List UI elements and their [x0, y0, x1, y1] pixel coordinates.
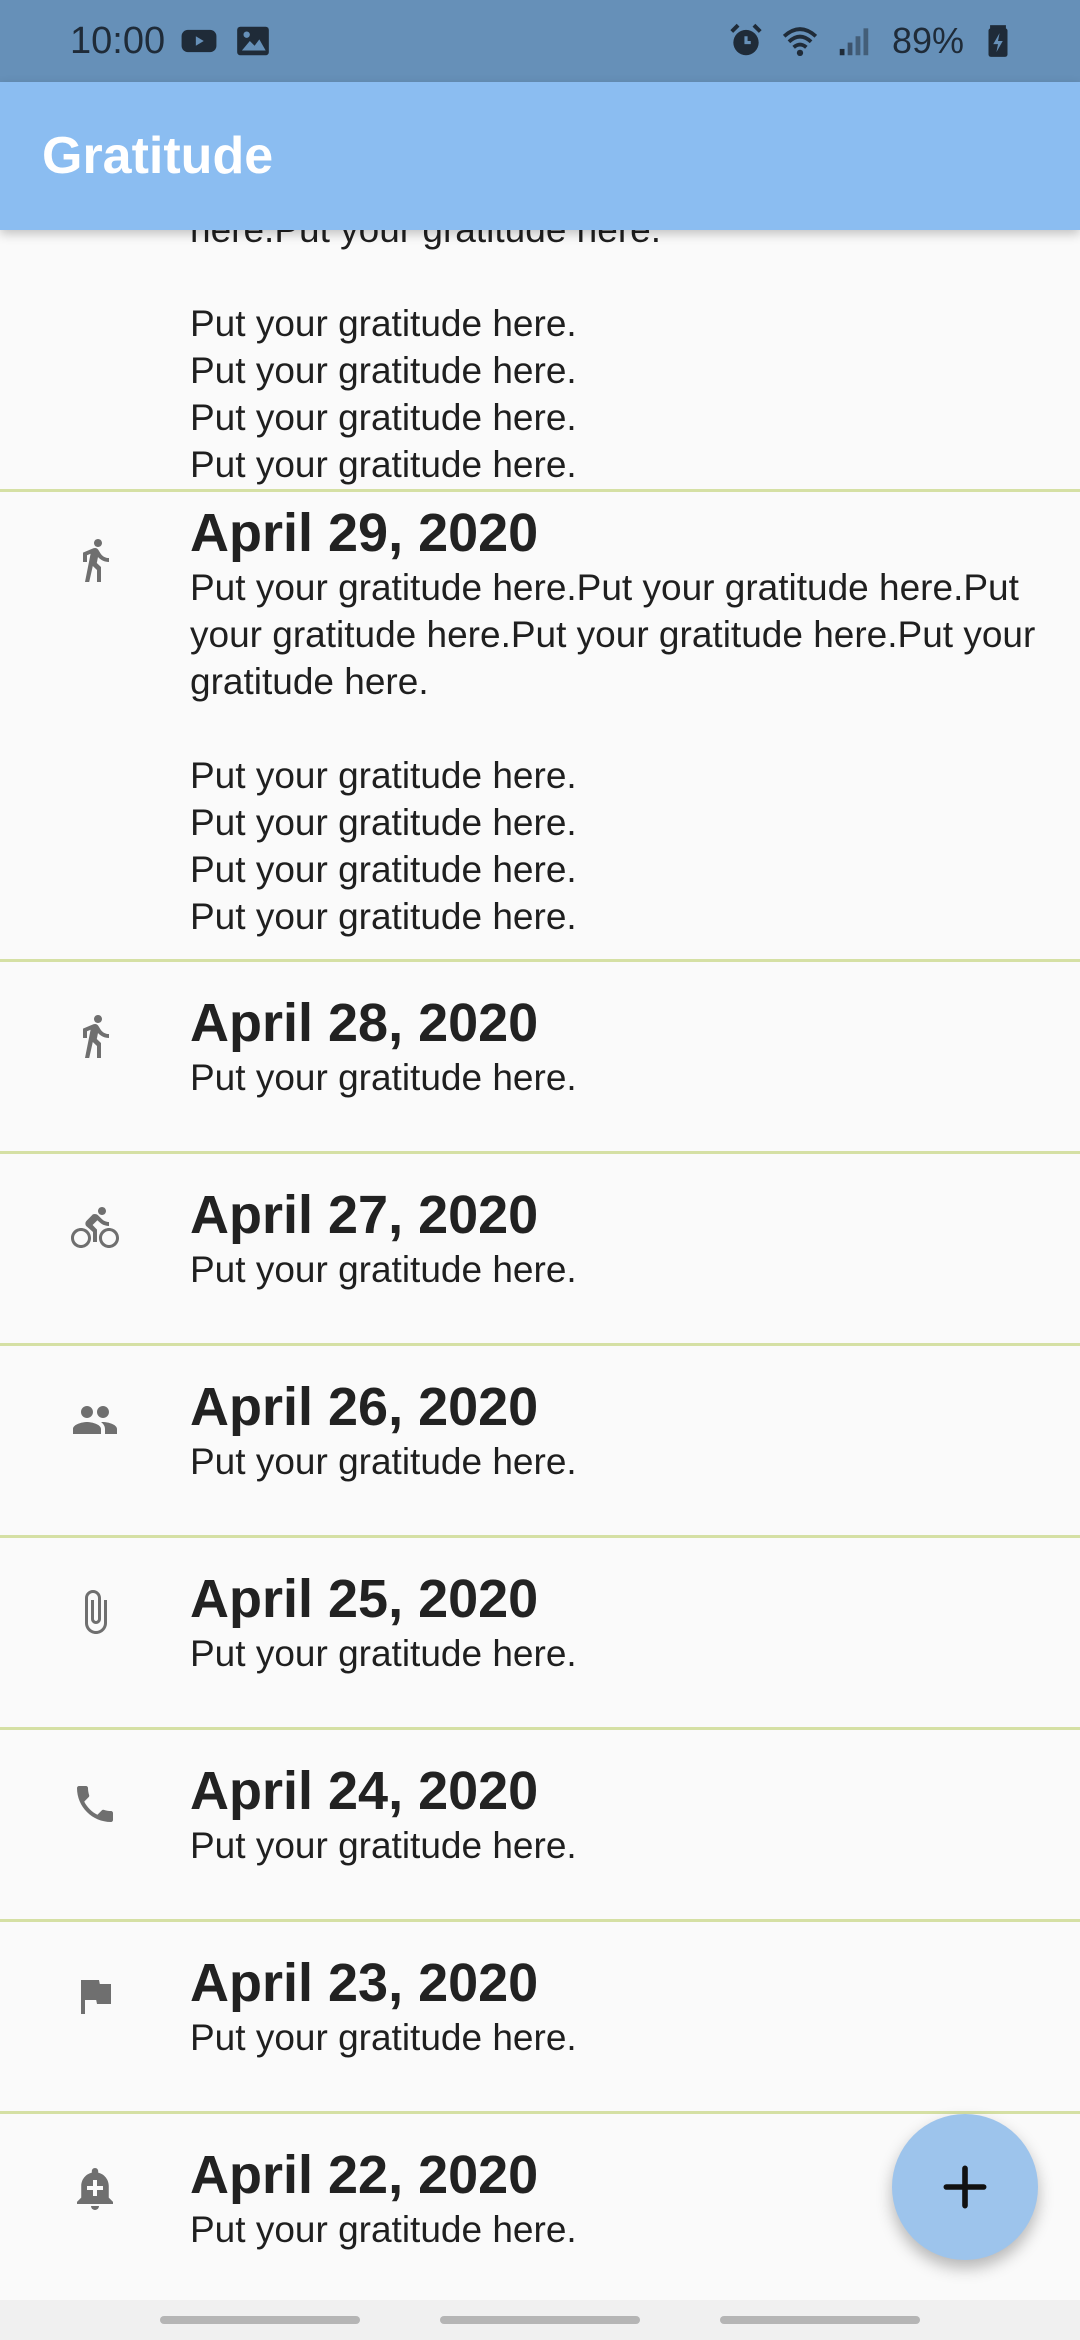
entry-icon-slot	[0, 1568, 190, 1727]
entry-body: April 24, 2020 Put your gratitude here.	[190, 1760, 1080, 1919]
entry-body: April 25, 2020 Put your gratitude here.	[190, 1568, 1080, 1727]
nav-recents-handle[interactable]	[720, 2316, 920, 2324]
list-item[interactable]: April 27, 2020 Put your gratitude here.	[0, 1154, 1080, 1346]
entry-date: April 27, 2020	[190, 1185, 539, 1245]
entry-icon-slot	[0, 230, 190, 489]
entry-date: April 29, 2020	[190, 503, 539, 563]
entry-text: Put your gratitude here.	[190, 1825, 577, 1866]
plus-icon	[943, 2165, 987, 2209]
entry-text: here.Put your gratitude here. Put your g…	[190, 230, 661, 485]
add-entry-button[interactable]	[892, 2114, 1038, 2260]
list-item[interactable]: April 28, 2020 Put your gratitude here.	[0, 962, 1080, 1154]
entry-body: April 26, 2020 Put your gratitude here.	[190, 1376, 1080, 1535]
entry-date: April 23, 2020	[190, 1953, 539, 2013]
list-item[interactable]: April 23, 2020 Put your gratitude here.	[0, 1922, 1080, 2114]
app-title: Gratitude	[42, 127, 274, 185]
bell-plus-icon	[77, 2168, 113, 2210]
entry-date: April 26, 2020	[190, 1377, 539, 1437]
battery-percent: 89%	[891, 20, 964, 61]
flag-icon	[81, 1980, 111, 2014]
walk-icon	[83, 1015, 109, 1058]
status-right: 89%	[726, 20, 1018, 62]
entry-body: April 23, 2020 Put your gratitude here.	[190, 1952, 1080, 2111]
list-item[interactable]: April 25, 2020 Put your gratitude here.	[0, 1538, 1080, 1730]
alarm-icon	[726, 21, 766, 61]
nav-home-handle[interactable]	[440, 2316, 640, 2324]
phone-icon	[77, 1786, 113, 1822]
entry-text: Put your gratitude here.	[190, 1057, 577, 1098]
entry-text: Put your gratitude here.	[190, 1633, 577, 1674]
entry-icon-slot	[0, 1952, 190, 2111]
system-nav-bar	[0, 2300, 1080, 2340]
entry-body: April 27, 2020 Put your gratitude here.	[190, 1184, 1080, 1343]
entry-icon-slot	[0, 1184, 190, 1343]
entry-icon-slot	[0, 1376, 190, 1535]
app-bar: Gratitude	[0, 82, 1080, 230]
entry-text: Put your gratitude here.	[190, 2017, 577, 2058]
list-item[interactable]: here.Put your gratitude here. Put your g…	[0, 230, 1080, 492]
entry-text: Put your gratitude here.	[190, 1249, 577, 1290]
signal-icon	[834, 21, 874, 61]
entry-icon-slot	[0, 992, 190, 1151]
entry-body: April 28, 2020 Put your gratitude here.	[190, 992, 1080, 1151]
paperclip-icon	[85, 1590, 107, 1634]
entry-icon-slot	[0, 2144, 190, 2300]
entry-text: Put your gratitude here.	[190, 1441, 577, 1482]
image-icon	[233, 21, 273, 61]
people-icon	[73, 1406, 117, 1434]
entry-icon-slot	[0, 1760, 190, 1919]
gratitude-list[interactable]: here.Put your gratitude here. Put your g…	[0, 230, 1080, 2300]
list-item[interactable]: April 26, 2020 Put your gratitude here.	[0, 1346, 1080, 1538]
nav-back-handle[interactable]	[160, 2316, 360, 2324]
status-left: 10:00	[70, 20, 273, 63]
walk-icon	[83, 539, 109, 582]
status-bar: 10:00 89%	[0, 0, 1080, 82]
status-time: 10:00	[70, 19, 166, 62]
entry-body: here.Put your gratitude here. Put your g…	[190, 230, 1080, 489]
entry-date: April 24, 2020	[190, 1761, 539, 1821]
list-item[interactable]: April 24, 2020 Put your gratitude here.	[0, 1730, 1080, 1922]
entry-date: April 28, 2020	[190, 993, 539, 1053]
list-item[interactable]: April 29, 2020 Put your gratitude here.P…	[0, 492, 1080, 962]
entry-icon-slot	[0, 502, 190, 959]
entry-text: Put your gratitude here.Put your gratitu…	[190, 567, 1036, 937]
battery-charging-icon	[978, 21, 1018, 61]
entry-date: April 25, 2020	[190, 1569, 539, 1629]
bike-icon	[71, 1207, 119, 1248]
entry-body: April 29, 2020 Put your gratitude here.P…	[190, 502, 1080, 959]
wifi-icon	[780, 21, 820, 61]
youtube-icon	[179, 21, 219, 61]
